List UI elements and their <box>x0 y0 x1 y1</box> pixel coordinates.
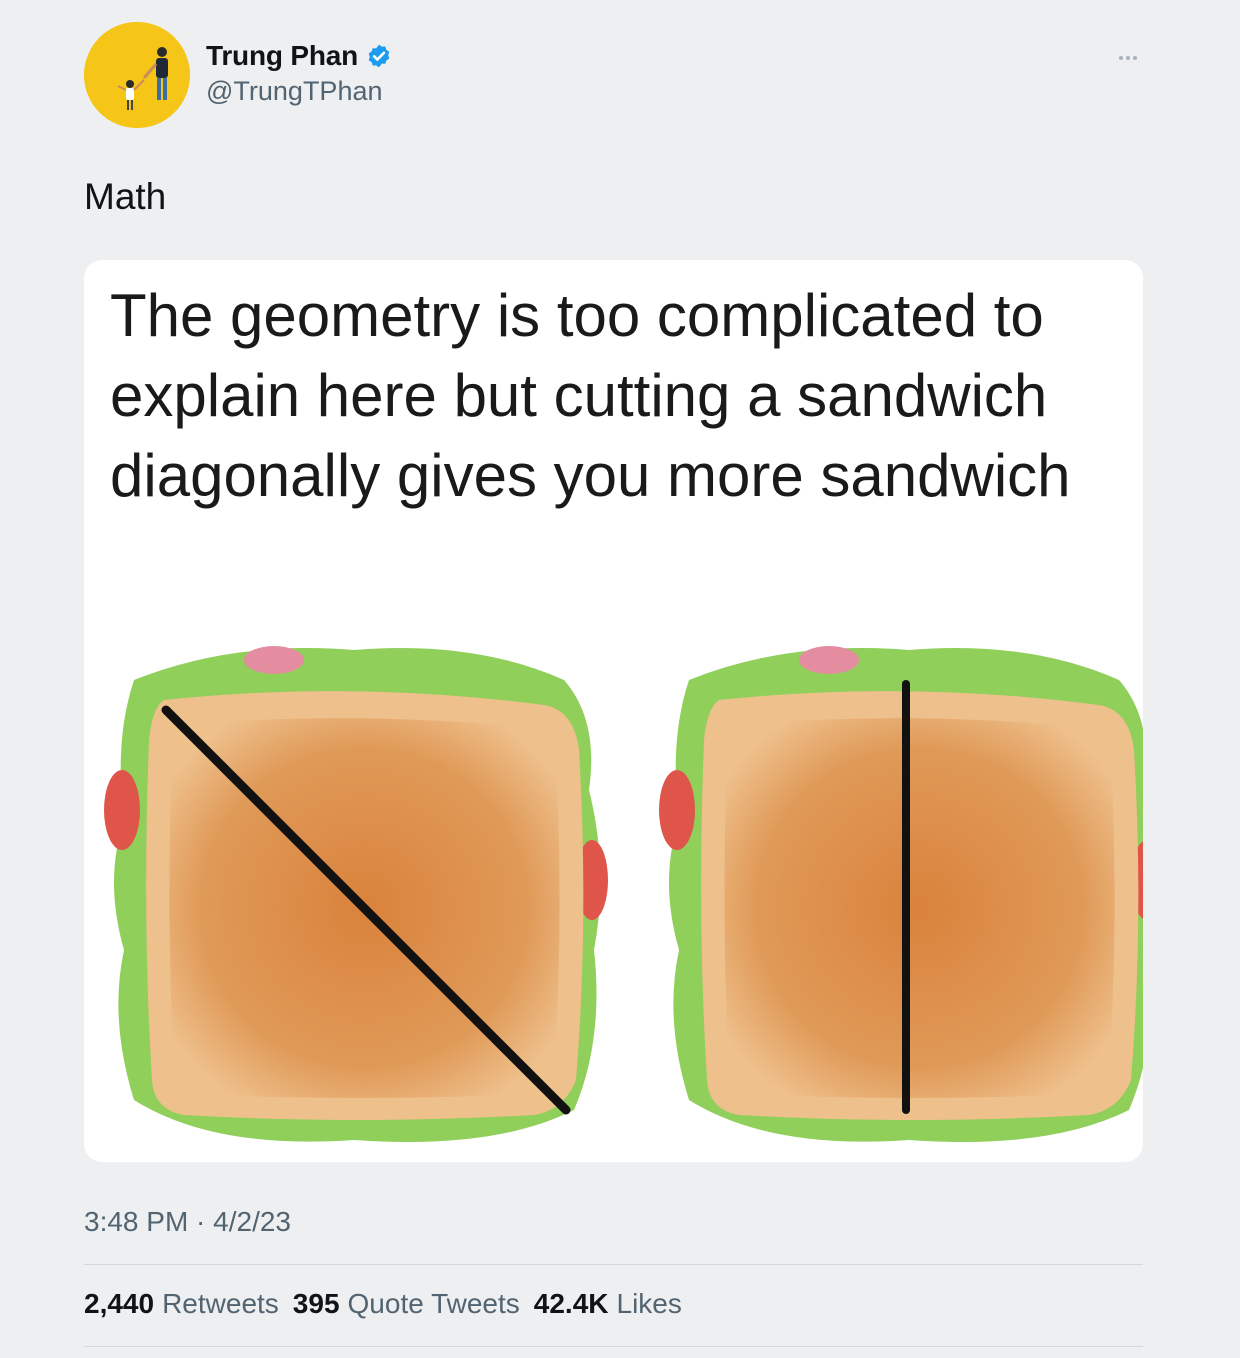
divider <box>84 1346 1143 1347</box>
author-name-row: Trung Phan <box>206 40 392 72</box>
retweets-label: Retweets <box>162 1288 279 1319</box>
likes-label: Likes <box>616 1288 682 1319</box>
more-options-button[interactable] <box>1110 46 1146 70</box>
sandwich-diagonal-cut-image <box>94 620 614 1160</box>
more-dots-icon <box>1119 56 1123 60</box>
sandwich-straight-cut-image <box>649 620 1143 1160</box>
likes-stat[interactable]: 42.4K Likes <box>534 1288 682 1320</box>
avatar[interactable] <box>84 22 190 128</box>
likes-count: 42.4K <box>533 1288 609 1319</box>
quote-tweets-label: Quote Tweets <box>347 1288 520 1319</box>
more-dots-icon <box>1133 56 1137 60</box>
tweet-text: Math <box>84 176 167 217</box>
divider <box>84 1264 1143 1265</box>
tweet-timestamp[interactable]: 3:48 PM · 4/2/23 <box>84 1206 291 1238</box>
meme-caption: The geometry is too complicated to expla… <box>110 282 1071 509</box>
tweet-stats: 2,440 Retweets 395 Quote Tweets 42.4K Li… <box>84 1288 682 1320</box>
quote-tweets-stat[interactable]: 395 Quote Tweets <box>293 1288 520 1320</box>
avatar-image <box>84 22 190 128</box>
more-dots-icon <box>1126 56 1130 60</box>
tweet-media[interactable]: The geometry is too complicated to expla… <box>84 260 1143 1162</box>
retweets-count: 2,440 <box>84 1288 155 1319</box>
verified-badge-icon <box>368 44 390 68</box>
author-handle[interactable]: @TrungTPhan <box>206 76 383 107</box>
quote-tweets-count: 395 <box>292 1288 340 1319</box>
retweets-stat[interactable]: 2,440 Retweets <box>84 1288 279 1320</box>
author-display-name[interactable]: Trung Phan <box>206 40 358 72</box>
